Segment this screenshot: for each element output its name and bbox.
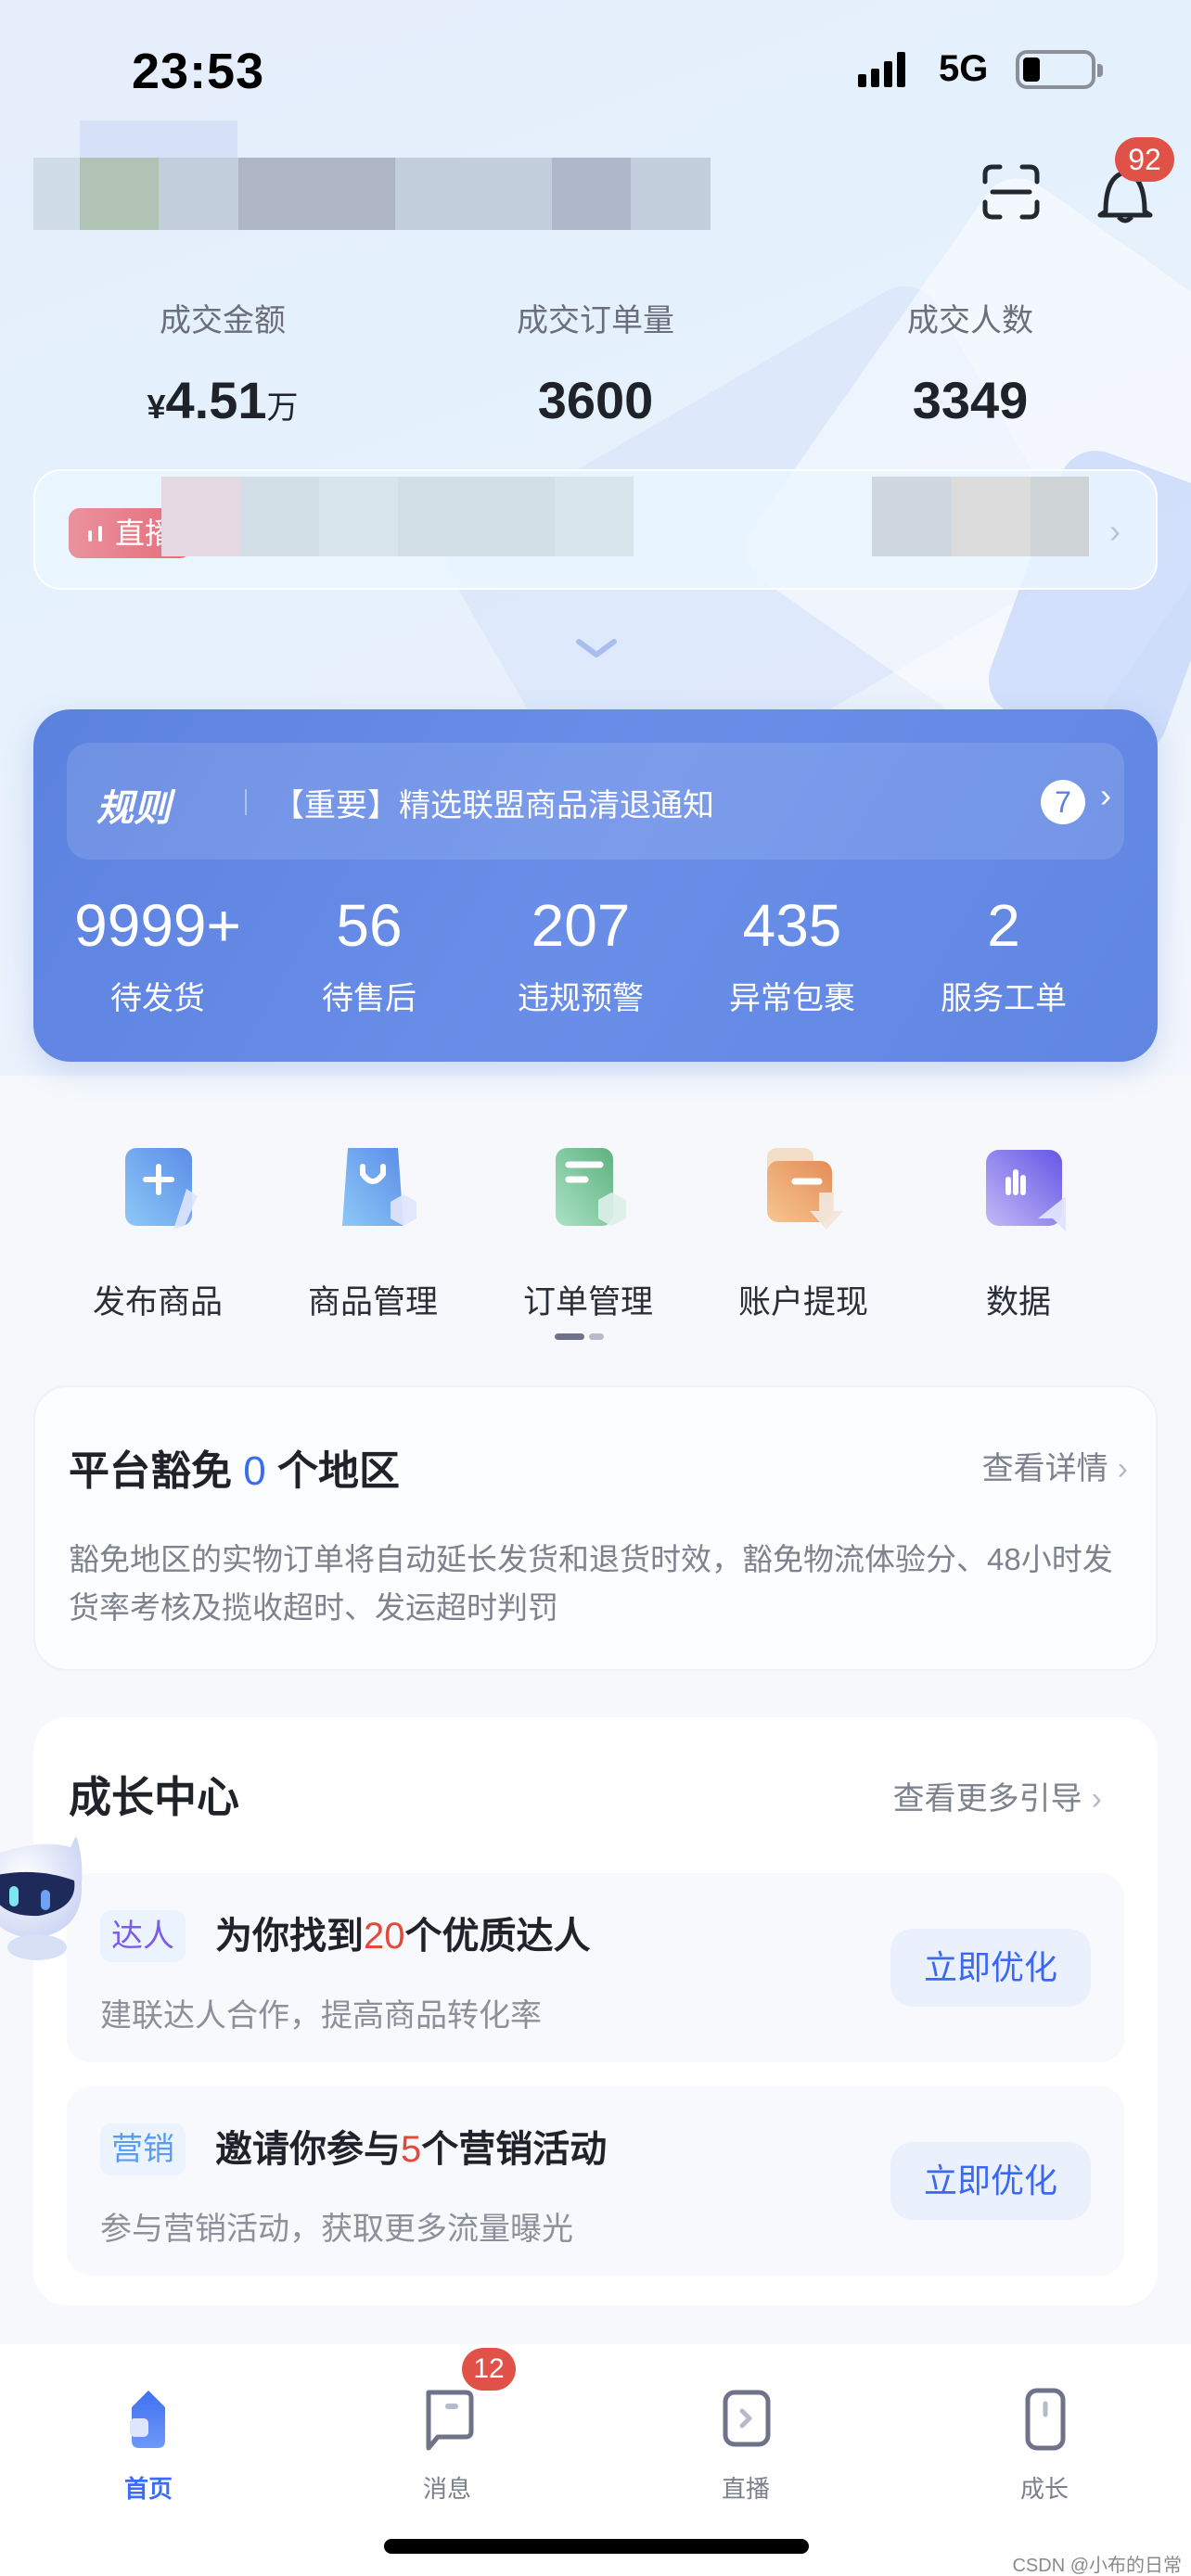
tab-live[interactable]: 直播 bbox=[672, 2383, 820, 2505]
metric-violation-warning[interactable]: 207 违规预警 bbox=[479, 891, 683, 1018]
divider bbox=[245, 789, 247, 815]
actions-page-indicator bbox=[555, 1333, 604, 1340]
stat-label: 成交金额 bbox=[160, 303, 286, 338]
task-item[interactable]: 营销 邀请你参与5个营销活动 参与营销活动，获取更多流量曝光 立即优化 bbox=[67, 2086, 1124, 2276]
exemption-card[interactable]: 平台豁免 0 个地区 查看详情 › 豁免地区的实物订单将自动延长发货和退货时效，豁… bbox=[33, 1385, 1158, 1671]
tab-label: 直播 bbox=[721, 2475, 770, 2503]
action-label: 发布商品 bbox=[92, 1284, 223, 1320]
stat-orders[interactable]: 成交订单量 3600 bbox=[456, 295, 735, 430]
action-publish-product[interactable]: 发布商品 bbox=[65, 1133, 250, 1323]
metric-pending-aftersale[interactable]: 56 待售后 bbox=[267, 891, 471, 1018]
metric-label: 违规预警 bbox=[518, 981, 644, 1016]
expand-chevron-icon[interactable] bbox=[573, 634, 620, 662]
optimize-button[interactable]: 立即优化 bbox=[890, 2142, 1091, 2220]
order-management-icon bbox=[556, 1148, 626, 1226]
action-label: 商品管理 bbox=[307, 1284, 438, 1320]
rule-label: 规则 bbox=[96, 788, 171, 829]
exemption-description: 豁免地区的实物订单将自动延长发货和退货时效，豁免物流体验分、48小时发货率考核及… bbox=[69, 1542, 1113, 1625]
metric-value: 9999+ bbox=[74, 892, 241, 959]
growth-icon bbox=[1025, 2388, 1066, 2451]
metric-service-ticket[interactable]: 2 服务工单 bbox=[902, 891, 1106, 1018]
tab-label: 首页 bbox=[123, 2475, 173, 2503]
metric-label: 待售后 bbox=[322, 981, 416, 1016]
metric-pending-shipment[interactable]: 9999+ 待发货 bbox=[56, 891, 260, 1018]
task-description: 建联达人合作，提高商品转化率 bbox=[100, 1998, 542, 2034]
task-title: 邀请你参与5个营销活动 bbox=[215, 2129, 608, 2170]
task-item[interactable]: 达人 为你找到20个优质达人 建联达人合作，提高商品转化率 立即优化 bbox=[67, 1873, 1124, 2062]
rule-notice-bar[interactable]: 规则 【重要】精选联盟商品清退通知 7 › bbox=[67, 743, 1124, 860]
message-icon bbox=[426, 2390, 474, 2451]
stat-label: 成交人数 bbox=[907, 303, 1033, 338]
status-bar: 23:53 5G bbox=[0, 0, 1191, 139]
action-withdraw[interactable]: 账户提现 bbox=[711, 1133, 896, 1323]
chevron-right-icon: › bbox=[1109, 512, 1121, 550]
metric-value: 207 bbox=[531, 892, 631, 959]
battery-icon bbox=[1016, 50, 1103, 89]
stat-buyers[interactable]: 成交人数 3349 bbox=[831, 295, 1109, 430]
metric-abnormal-package[interactable]: 435 异常包裹 bbox=[690, 891, 894, 1018]
metric-value: 2 bbox=[987, 892, 1020, 959]
action-label: 账户提现 bbox=[737, 1284, 868, 1320]
tab-messages[interactable]: 消息 bbox=[373, 2383, 521, 2505]
action-data[interactable]: 数据 bbox=[926, 1133, 1111, 1323]
rule-count-badge: 7 bbox=[1041, 780, 1085, 824]
chevron-right-icon: › bbox=[1117, 1451, 1128, 1486]
task-title: 为你找到20个优质达人 bbox=[215, 1916, 591, 1957]
action-product-management[interactable]: 商品管理 bbox=[280, 1133, 466, 1323]
stat-value: 3600 bbox=[537, 371, 654, 429]
action-order-management[interactable]: 订单管理 bbox=[495, 1133, 681, 1323]
robot-assistant-icon[interactable] bbox=[0, 1829, 93, 1964]
live-banner[interactable]: 直播 › bbox=[33, 469, 1158, 590]
network-type: 5G bbox=[939, 48, 989, 89]
chevron-right-icon: › bbox=[1091, 1781, 1102, 1817]
live-icon bbox=[723, 2390, 771, 2447]
growth-title: 成长中心 bbox=[69, 1773, 239, 1821]
watermark: CSDN @小布的日常 bbox=[1012, 2556, 1182, 2576]
live-content-blurred bbox=[161, 471, 1090, 586]
page-dot bbox=[589, 1333, 604, 1340]
metric-value: 56 bbox=[336, 892, 403, 959]
optimize-button[interactable]: 立即优化 bbox=[890, 1929, 1091, 2007]
data-icon bbox=[986, 1150, 1066, 1231]
clock: 23:53 bbox=[132, 44, 265, 99]
tab-label: 成长 bbox=[1019, 2475, 1069, 2503]
signal-icon bbox=[858, 52, 905, 87]
action-label: 数据 bbox=[985, 1284, 1051, 1320]
metric-value: 435 bbox=[742, 892, 842, 959]
home-indicator[interactable] bbox=[384, 2539, 809, 2554]
rule-notice-text: 【重要】精选联盟商品清退通知 bbox=[273, 788, 714, 823]
shop-name-blurred[interactable] bbox=[33, 158, 711, 230]
tab-label: 消息 bbox=[422, 2475, 471, 2503]
growth-center-card: 成长中心 查看更多引导 › 达人 为你找到20个优质达人 建联达人合作，提高商品转… bbox=[33, 1717, 1158, 2305]
live-bars-icon bbox=[88, 526, 102, 542]
stat-amount[interactable]: 成交金额 ¥4.51万 bbox=[83, 295, 362, 430]
stat-value: ¥4.51万 bbox=[147, 371, 299, 429]
stat-value: 3349 bbox=[912, 371, 1029, 429]
task-tag: 营销 bbox=[100, 2123, 186, 2175]
stat-label: 成交订单量 bbox=[517, 303, 674, 338]
metric-label: 待发货 bbox=[110, 981, 205, 1016]
task-description: 参与营销活动，获取更多流量曝光 bbox=[100, 2212, 573, 2247]
tab-growth[interactable]: 成长 bbox=[970, 2383, 1119, 2505]
scan-icon bbox=[982, 164, 1040, 220]
withdraw-icon bbox=[767, 1148, 843, 1230]
view-more-guides-link[interactable]: 查看更多引导 › bbox=[893, 1773, 1102, 1818]
messages-badge: 12 bbox=[462, 2348, 516, 2391]
task-tag: 达人 bbox=[100, 1910, 186, 1962]
chevron-right-icon: › bbox=[1100, 776, 1111, 814]
action-label: 订单管理 bbox=[522, 1284, 653, 1320]
page-dot-active bbox=[555, 1333, 584, 1340]
notification-badge: 92 bbox=[1115, 137, 1174, 182]
todo-card: 规则 【重要】精选联盟商品清退通知 7 › 9999+ 待发货 56 待售后 2… bbox=[33, 709, 1158, 1062]
exemption-title: 平台豁免 0 个地区 bbox=[69, 1448, 400, 1494]
shop-avatar-blurred bbox=[80, 121, 237, 159]
tab-home[interactable]: 首页 bbox=[74, 2383, 223, 2505]
metric-label: 服务工单 bbox=[941, 981, 1067, 1016]
home-icon bbox=[130, 2391, 165, 2448]
publish-product-icon bbox=[125, 1148, 198, 1230]
product-management-icon bbox=[342, 1148, 416, 1226]
scan-button[interactable] bbox=[981, 163, 1041, 221]
metric-label: 异常包裹 bbox=[729, 981, 855, 1016]
view-details-link[interactable]: 查看详情 › bbox=[982, 1443, 1128, 1488]
